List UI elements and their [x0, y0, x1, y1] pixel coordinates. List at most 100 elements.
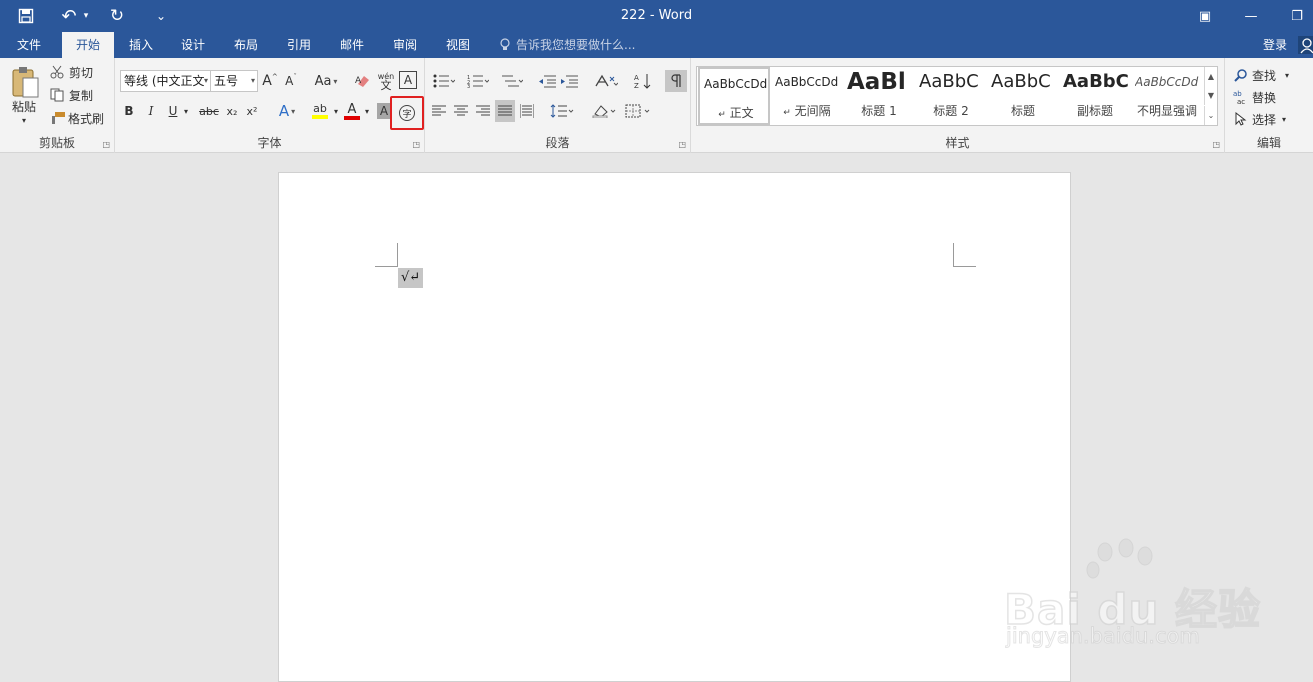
- replace-button[interactable]: 替换: [1249, 88, 1279, 106]
- tab-home[interactable]: 开始: [62, 32, 114, 58]
- paste-dropdown-icon[interactable]: ▾: [18, 114, 30, 126]
- italic-button[interactable]: I: [143, 100, 159, 122]
- ribbon-display-icon[interactable]: ▣: [1194, 4, 1216, 28]
- style-preview: AaBbCcDd: [704, 77, 768, 91]
- style-heading-1[interactable]: AaBl 标题 1: [843, 67, 915, 125]
- numbering-button[interactable]: 123: [463, 70, 493, 92]
- bold-button[interactable]: B: [121, 100, 137, 122]
- character-border-button[interactable]: A: [399, 71, 417, 89]
- distributed-icon[interactable]: [517, 100, 537, 122]
- paste-button[interactable]: 粘贴: [6, 98, 42, 114]
- clear-formatting-icon[interactable]: A: [353, 70, 373, 92]
- account-icon[interactable]: [1298, 36, 1313, 54]
- highlight-dropdown-icon[interactable]: ▾: [331, 100, 341, 122]
- align-left-icon[interactable]: [429, 100, 449, 122]
- watermark-url: jingyan.baidu.com: [1006, 624, 1201, 649]
- font-name-combo[interactable]: 等线 (中文正文 ▾: [120, 70, 211, 92]
- styles-launcher-icon[interactable]: ◳: [1212, 140, 1220, 149]
- font-size-combo[interactable]: 五号 ▾: [210, 70, 258, 92]
- bullets-button[interactable]: [429, 70, 459, 92]
- crop-mark-right: [953, 243, 976, 267]
- sort-icon[interactable]: AZ: [633, 70, 653, 92]
- style-no-spacing[interactable]: AaBbCcDd ↵ 无间隔: [771, 67, 843, 125]
- decrease-indent-icon[interactable]: [537, 70, 557, 92]
- tab-file[interactable]: 文件: [6, 32, 52, 58]
- styles-more-icon[interactable]: ⌄: [1204, 106, 1217, 125]
- tab-layout[interactable]: 布局: [225, 32, 267, 58]
- font-size-value: 五号: [214, 74, 239, 88]
- text-effects-icon: A: [278, 102, 290, 120]
- style-heading-2[interactable]: AaBbC 标题 2: [915, 67, 987, 125]
- grow-font-button[interactable]: A ^: [261, 70, 279, 92]
- paragraph-group: 123 AZ 段落 ◳: [425, 58, 691, 153]
- paragraph-launcher-icon[interactable]: ◳: [678, 140, 686, 149]
- change-case-button[interactable]: Aa ▾: [311, 70, 341, 92]
- tab-mailings[interactable]: 邮件: [331, 32, 373, 58]
- style-subtle-emphasis[interactable]: AaBbCcDd 不明显强调: [1131, 67, 1203, 125]
- tab-insert[interactable]: 插入: [120, 32, 162, 58]
- style-name: 标题 1: [861, 104, 897, 118]
- styles-scroll-up-icon[interactable]: ▲: [1204, 67, 1217, 86]
- style-normal[interactable]: AaBbCcDd ↵ 正文: [698, 67, 770, 125]
- align-right-icon[interactable]: [473, 100, 493, 122]
- tab-review[interactable]: 审阅: [384, 32, 426, 58]
- paste-icon[interactable]: [8, 64, 42, 100]
- font-color-button[interactable]: A: [341, 100, 363, 122]
- underline-dropdown-icon[interactable]: ▾: [181, 100, 191, 122]
- grow-font-icon: A: [262, 73, 272, 89]
- change-case-icon: Aa: [314, 73, 332, 89]
- multilevel-list-button[interactable]: [497, 70, 527, 92]
- enclose-characters-button[interactable]: 字: [397, 103, 417, 123]
- increase-indent-icon[interactable]: [559, 70, 579, 92]
- show-paragraph-marks-icon[interactable]: [665, 70, 687, 92]
- tab-view[interactable]: 视图: [437, 32, 479, 58]
- format-painter-icon: [50, 110, 66, 126]
- justify-icon[interactable]: [495, 100, 515, 122]
- copy-button[interactable]: 复制: [66, 87, 96, 103]
- font-group: 等线 (中文正文 ▾ 五号 ▾ A ^ Aˇ Aa ▾ A wén 文 A B I U …: [115, 58, 425, 153]
- subscript-button[interactable]: x₂: [223, 100, 241, 122]
- tell-me-box[interactable]: 告诉我您想要做什么...: [516, 32, 635, 58]
- font-label: 字体: [257, 136, 282, 150]
- format-painter-button[interactable]: 格式刷: [66, 110, 106, 126]
- selected-text[interactable]: √↵: [398, 268, 424, 288]
- select-button[interactable]: 选择: [1249, 110, 1279, 128]
- align-center-icon[interactable]: [451, 100, 471, 122]
- tab-design[interactable]: 设计: [172, 32, 214, 58]
- character-shading-button[interactable]: A: [377, 103, 391, 119]
- borders-button[interactable]: [623, 100, 653, 122]
- crop-mark-left: [375, 243, 398, 267]
- clipboard-launcher-icon[interactable]: ◳: [102, 140, 110, 149]
- paragraph-shading-button[interactable]: [589, 100, 619, 122]
- select-dropdown-icon[interactable]: ▾: [1278, 110, 1290, 128]
- styles-scroll-down-icon[interactable]: ▼: [1204, 86, 1217, 105]
- tab-references[interactable]: 引用: [278, 32, 320, 58]
- font-color-bar: [344, 115, 360, 120]
- clipboard-group: 粘贴 ▾ 剪切 复制 格式刷 剪贴板 ◳: [0, 58, 115, 153]
- line-spacing-button[interactable]: [547, 100, 577, 122]
- sign-in-link[interactable]: 登录: [1256, 32, 1294, 58]
- find-dropdown-icon[interactable]: ▾: [1281, 66, 1293, 84]
- minimize-icon[interactable]: —: [1240, 4, 1262, 28]
- find-icon: [1233, 66, 1249, 84]
- style-name: 标题 2: [933, 104, 969, 118]
- document-page[interactable]: √↵: [278, 172, 1071, 682]
- editing-label: 编辑: [1256, 136, 1281, 150]
- ribbon: 粘贴 ▾ 剪切 复制 格式刷 剪贴板 ◳ 等线 (中文正文 ▾ 五号 ▾ A ^ Aˇ…: [0, 58, 1313, 153]
- underline-button[interactable]: U: [165, 100, 181, 122]
- font-color-dropdown-icon[interactable]: ▾: [362, 100, 372, 122]
- maximize-icon[interactable]: ❐: [1286, 4, 1308, 28]
- phonetic-guide-button[interactable]: wén 文: [376, 70, 396, 92]
- style-title[interactable]: AaBbC 标题: [987, 67, 1059, 125]
- superscript-button[interactable]: x²: [243, 100, 261, 122]
- text-effects-button[interactable]: A ▾: [273, 100, 301, 122]
- baidu-watermark: Bai du 经验 jingyan.baidu.com: [1003, 538, 1261, 650]
- find-button[interactable]: 查找: [1249, 66, 1279, 84]
- cut-button[interactable]: 剪切: [66, 64, 96, 80]
- style-subtitle[interactable]: AaBbC 副标题: [1059, 67, 1131, 125]
- font-launcher-icon[interactable]: ◳: [412, 140, 420, 149]
- shrink-font-button[interactable]: Aˇ: [282, 70, 300, 92]
- style-preview: AaBl: [847, 69, 906, 95]
- strikethrough-button[interactable]: abc: [197, 100, 221, 122]
- chinese-layout-button[interactable]: [591, 70, 621, 92]
